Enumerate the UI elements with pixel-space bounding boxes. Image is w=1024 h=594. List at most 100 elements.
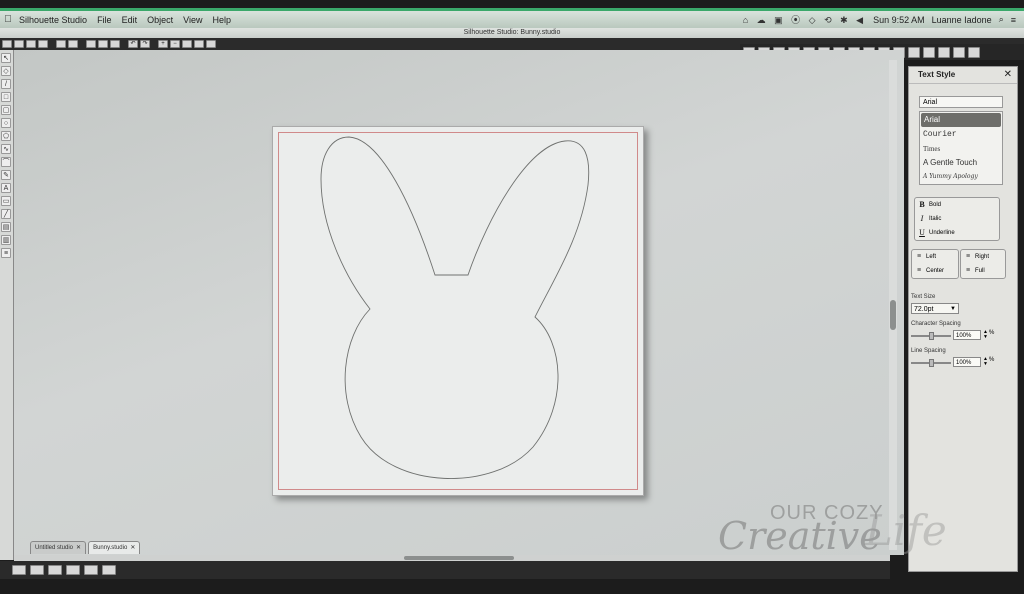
text-style-panel: Text Style ✕ Arial Arial Courier Times A… bbox=[908, 66, 1018, 572]
delete-icon[interactable] bbox=[102, 565, 116, 575]
store-icon[interactable]: ▥ bbox=[1, 235, 11, 245]
char-spacing-slider[interactable] bbox=[911, 332, 951, 340]
underline-button[interactable]: U Underline bbox=[915, 226, 999, 240]
fit-to-page-icon[interactable] bbox=[206, 40, 216, 48]
select-tool-icon[interactable]: ↖ bbox=[1, 53, 11, 63]
line-tool-icon[interactable]: / bbox=[1, 79, 11, 89]
menu-view[interactable]: View bbox=[183, 15, 202, 25]
layers-icon[interactable]: ≡ bbox=[1, 248, 11, 258]
design-page[interactable] bbox=[272, 126, 644, 496]
zoom-out-icon[interactable]: − bbox=[170, 40, 180, 48]
slider-knob[interactable] bbox=[929, 332, 934, 340]
tab-label: Bunny.studio bbox=[93, 545, 128, 551]
line-spacing-slider[interactable] bbox=[911, 359, 951, 367]
save-icon[interactable] bbox=[26, 40, 36, 48]
apple-icon[interactable]:  bbox=[0, 14, 16, 25]
open-file-icon[interactable] bbox=[14, 40, 24, 48]
align-center-button[interactable]: ≡ Center bbox=[912, 264, 958, 278]
redo-icon[interactable]: ↷ bbox=[140, 40, 150, 48]
text-tool-icon[interactable]: A bbox=[1, 183, 11, 193]
knife-tool-icon[interactable]: ╱ bbox=[1, 209, 11, 219]
char-spacing-stepper[interactable]: ▲ ▼ bbox=[983, 330, 988, 340]
pencil-icon[interactable] bbox=[968, 46, 980, 58]
ungroup-icon[interactable] bbox=[30, 565, 44, 575]
copy-icon[interactable] bbox=[98, 40, 108, 48]
freehand-tool-icon[interactable]: ✎ bbox=[1, 170, 11, 180]
char-spacing-label: Character Spacing bbox=[911, 321, 961, 327]
bunny-shape[interactable] bbox=[273, 127, 643, 495]
edit-points-icon[interactable]: ◇ bbox=[1, 66, 11, 76]
font-item-yummy-apology[interactable]: A Yummy Apology bbox=[920, 170, 1002, 184]
group-icon[interactable] bbox=[12, 565, 26, 575]
align-left-button[interactable]: ≡ Left bbox=[912, 250, 958, 264]
close-tab-icon[interactable]: ✕ bbox=[130, 545, 135, 551]
document-tabs: Untitled studio ✕ Bunny.studio ✕ bbox=[30, 541, 141, 554]
eraser-tool-icon[interactable]: ▭ bbox=[1, 196, 11, 206]
library-panel-icon[interactable]: ▤ bbox=[1, 222, 11, 232]
duplicate-icon[interactable] bbox=[84, 565, 98, 575]
status-tray-icons[interactable]: ⌂ ☁ ▣ ⦿ ◇ ⟲ ✱ ◀ bbox=[743, 13, 866, 26]
polygon-tool-icon[interactable]: ⬠ bbox=[1, 131, 11, 141]
tab-bunny[interactable]: Bunny.studio ✕ bbox=[88, 541, 141, 554]
text-size-value: 72.0pt bbox=[914, 306, 934, 313]
menu-edit[interactable]: Edit bbox=[122, 15, 138, 25]
line-style-icon[interactable] bbox=[923, 46, 935, 58]
cut-send-icon[interactable] bbox=[68, 40, 78, 48]
bold-button[interactable]: B Bold bbox=[915, 198, 999, 212]
font-item-arial[interactable]: Arial bbox=[921, 113, 1001, 127]
align-center-label: Center bbox=[926, 268, 945, 274]
pan-icon[interactable] bbox=[194, 40, 204, 48]
zoom-in-icon[interactable]: + bbox=[158, 40, 168, 48]
menu-user[interactable]: Luanne Iadone bbox=[932, 15, 992, 25]
rounded-rect-tool-icon[interactable]: ▢ bbox=[1, 105, 11, 115]
italic-icon: I bbox=[920, 214, 924, 223]
bold-label: Bold bbox=[929, 202, 942, 208]
notification-icon[interactable]: ≡ bbox=[1011, 15, 1016, 25]
align-full-button[interactable]: ≡ Full bbox=[961, 264, 1005, 278]
line-spacing-stepper[interactable]: ▲ ▼ bbox=[983, 357, 988, 367]
underline-icon: U bbox=[919, 228, 925, 237]
curve-tool-icon[interactable]: ∿ bbox=[1, 144, 11, 154]
slider-knob[interactable] bbox=[929, 359, 934, 367]
undo-icon[interactable]: ↶ bbox=[128, 40, 138, 48]
ellipse-tool-icon[interactable]: ○ bbox=[1, 118, 11, 128]
text-style-icon[interactable] bbox=[953, 46, 965, 58]
release-compound-icon[interactable] bbox=[66, 565, 80, 575]
print-icon[interactable] bbox=[56, 40, 66, 48]
font-search-input[interactable]: Arial bbox=[919, 96, 1003, 108]
menu-app-name[interactable]: Silhouette Studio bbox=[19, 15, 87, 25]
close-icon[interactable]: ✕ bbox=[1004, 67, 1012, 83]
new-file-icon[interactable] bbox=[2, 40, 12, 48]
library-icon[interactable] bbox=[38, 40, 48, 48]
font-list[interactable]: Arial Courier Times A Gentle Touch A Yum… bbox=[919, 111, 1003, 185]
text-size-select[interactable]: 72.0pt ▼ bbox=[911, 303, 959, 314]
align-center-icon: ≡ bbox=[916, 267, 922, 274]
font-item-gentle-touch[interactable]: A Gentle Touch bbox=[920, 156, 1002, 170]
char-spacing-input[interactable]: 100% bbox=[953, 330, 981, 340]
vertical-scrollbar[interactable] bbox=[889, 60, 897, 550]
spotlight-icon[interactable]: ⌕ bbox=[999, 14, 1004, 25]
fill-pattern-icon[interactable] bbox=[938, 46, 950, 58]
align-right-button[interactable]: ≡ Right bbox=[961, 250, 1005, 264]
window-title: Silhouette Studio: Bunny.studio bbox=[0, 28, 1024, 38]
menu-object[interactable]: Object bbox=[147, 15, 173, 25]
font-item-times[interactable]: Times bbox=[920, 142, 1002, 156]
menu-help[interactable]: Help bbox=[212, 15, 231, 25]
paste-icon[interactable] bbox=[110, 40, 120, 48]
close-tab-icon[interactable]: ✕ bbox=[76, 545, 81, 551]
italic-button[interactable]: I Italic bbox=[915, 212, 999, 226]
menu-clock[interactable]: Sun 9:52 AM bbox=[873, 15, 925, 25]
arc-tool-icon[interactable]: ⌒ bbox=[1, 157, 11, 167]
font-item-courier[interactable]: Courier bbox=[920, 128, 1002, 142]
percent-unit: % bbox=[989, 330, 995, 336]
line-spacing-input[interactable]: 100% bbox=[953, 357, 981, 367]
menu-file[interactable]: File bbox=[97, 15, 112, 25]
line-color-icon[interactable] bbox=[908, 46, 920, 58]
zoom-select-icon[interactable] bbox=[182, 40, 192, 48]
compound-path-icon[interactable] bbox=[48, 565, 62, 575]
align-right-label: Right bbox=[975, 254, 990, 260]
panel-title: Text Style ✕ bbox=[909, 67, 1017, 84]
tab-untitled[interactable]: Untitled studio ✕ bbox=[30, 541, 87, 554]
rectangle-tool-icon[interactable]: □ bbox=[1, 92, 11, 102]
cut-icon[interactable] bbox=[86, 40, 96, 48]
